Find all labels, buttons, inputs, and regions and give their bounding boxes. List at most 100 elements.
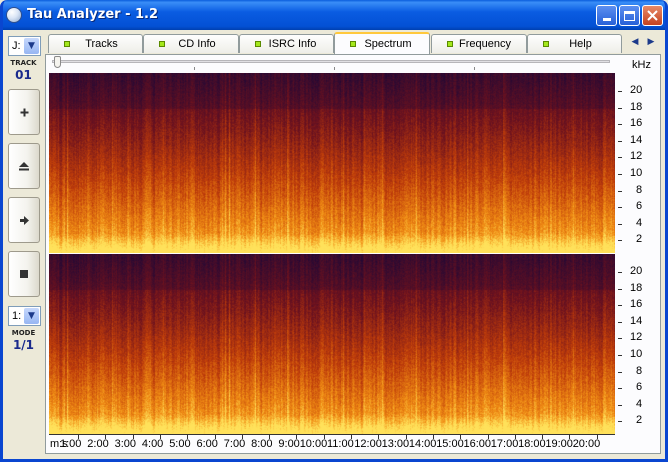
- frequency-label: 18: [630, 281, 643, 294]
- eject-icon: [19, 161, 29, 170]
- spectrogram-left-channel[interactable]: [49, 73, 615, 253]
- frequency-tick: [618, 321, 622, 323]
- time-label: 5:00: [169, 438, 191, 450]
- frequency-tick: [618, 207, 622, 209]
- frequency-label: 14: [630, 133, 643, 146]
- time-label: 18:00: [518, 438, 546, 450]
- add-button[interactable]: [8, 89, 40, 135]
- position-slider-track[interactable]: [52, 60, 610, 63]
- tab-cd-info[interactable]: CD Info: [143, 34, 239, 53]
- frequency-label: 10: [630, 167, 643, 179]
- frequency-tick: [618, 421, 622, 423]
- tab-label: Help: [569, 38, 592, 50]
- stop-button[interactable]: [8, 251, 40, 297]
- tab-label: Frequency: [459, 38, 511, 50]
- time-label: 6:00: [196, 438, 218, 450]
- frequency-tick: [618, 157, 622, 159]
- drive-select[interactable]: J: ▼: [8, 36, 41, 56]
- spectrogram-right-channel[interactable]: [49, 254, 615, 434]
- position-slider-thumb[interactable]: [54, 56, 61, 68]
- frequency-tick: [618, 140, 622, 142]
- eject-button[interactable]: [8, 143, 40, 189]
- frequency-tick: [618, 305, 622, 307]
- frequency-label: 8: [636, 364, 643, 377]
- frequency-label: 6: [636, 381, 643, 394]
- slider-tick: [194, 67, 195, 70]
- chevron-down-icon[interactable]: ▼: [24, 308, 39, 324]
- slider-tick: [474, 67, 475, 70]
- tab-help[interactable]: Help: [527, 34, 622, 53]
- frequency-unit-label: kHz: [632, 59, 651, 71]
- mode-caption: MODE: [11, 329, 36, 337]
- tab-frequency[interactable]: Frequency: [431, 34, 527, 53]
- frequency-tick: [618, 240, 622, 242]
- stop-icon: [20, 270, 28, 278]
- time-label: 2:00: [87, 438, 109, 450]
- time-label: 15:00: [436, 438, 464, 450]
- frequency-tick: [618, 190, 622, 192]
- frequency-label: 18: [630, 100, 643, 113]
- time-label: 10:00: [299, 438, 328, 450]
- chevron-right-icon[interactable]: ▶: [644, 35, 658, 49]
- frequency-label: 20: [630, 265, 643, 277]
- frequency-label: 16: [630, 117, 643, 130]
- frequency-label: 4: [636, 397, 643, 410]
- time-label: 14:00: [408, 438, 437, 450]
- frequency-label: 2: [636, 414, 643, 427]
- time-axis: m:s 1:00 2:00 3:00 4:00 5:00 6:00 7:00 8:00 9:00…: [49, 434, 615, 453]
- frequency-label: 14: [630, 314, 643, 327]
- frequency-label: 20: [630, 84, 643, 96]
- chevron-down-icon[interactable]: ▼: [24, 38, 39, 54]
- frequency-label: 8: [636, 183, 643, 196]
- frequency-label: 12: [630, 150, 643, 163]
- frequency-label: 6: [636, 200, 643, 213]
- frequency-label: 16: [630, 298, 643, 311]
- time-label: 8:00: [251, 438, 273, 450]
- frequency-tick: [618, 174, 622, 175]
- close-button[interactable]: [642, 5, 663, 26]
- chevron-left-icon[interactable]: ◀: [628, 35, 642, 49]
- frequency-label: 10: [630, 348, 643, 360]
- tab-label: Tracks: [85, 38, 118, 50]
- frequency-label: 12: [630, 331, 643, 344]
- time-label: 17:00: [490, 438, 519, 450]
- tab-tracks[interactable]: Tracks: [48, 34, 143, 53]
- maximize-icon: [624, 10, 635, 21]
- time-label: 19:00: [545, 438, 573, 450]
- track-number: 01: [15, 68, 32, 82]
- time-label: 12:00: [354, 438, 382, 450]
- slider-tick: [334, 67, 335, 70]
- frequency-label: 4: [636, 216, 643, 229]
- drive-value: J:: [12, 40, 21, 52]
- title-bar[interactable]: Tau Analyzer - 1.2: [0, 0, 668, 30]
- time-label: 4:00: [141, 438, 164, 450]
- play-button[interactable]: [8, 197, 40, 243]
- frequency-tick: [618, 355, 622, 356]
- time-label: 1:00: [60, 438, 82, 450]
- window-title: Tau Analyzer - 1.2: [27, 7, 159, 22]
- mode-select-value: 1:: [12, 310, 22, 322]
- frequency-tick: [618, 288, 622, 290]
- tab-isrc-info[interactable]: ISRC Info: [239, 34, 334, 53]
- play-icon: [19, 215, 29, 225]
- frequency-tick: [618, 124, 622, 126]
- time-label: 9:00: [278, 438, 300, 450]
- app-icon: [6, 7, 22, 23]
- frequency-tick: [618, 223, 622, 225]
- tab-label: CD Info: [178, 38, 216, 50]
- time-label: 3:00: [114, 438, 137, 450]
- minimize-button[interactable]: [596, 5, 617, 26]
- track-caption: TRACK: [10, 59, 37, 67]
- time-label: 16:00: [463, 438, 492, 450]
- mode-select[interactable]: 1: ▼: [8, 306, 41, 326]
- time-label: 7:00: [223, 438, 246, 450]
- tab-spectrum[interactable]: Spectrum: [334, 32, 430, 54]
- mode-value: 1/1: [12, 338, 35, 352]
- time-label: 11:00: [327, 438, 354, 450]
- app-window: Tau Analyzer - 1.2 J: ▼ TRACK 01 1: ▼ MO…: [0, 0, 668, 462]
- frequency-tick: [618, 371, 622, 373]
- minimize-icon: [602, 18, 611, 21]
- frequency-tick: [618, 91, 622, 92]
- tab-label: ISRC Info: [268, 38, 317, 50]
- maximize-button[interactable]: [619, 5, 640, 26]
